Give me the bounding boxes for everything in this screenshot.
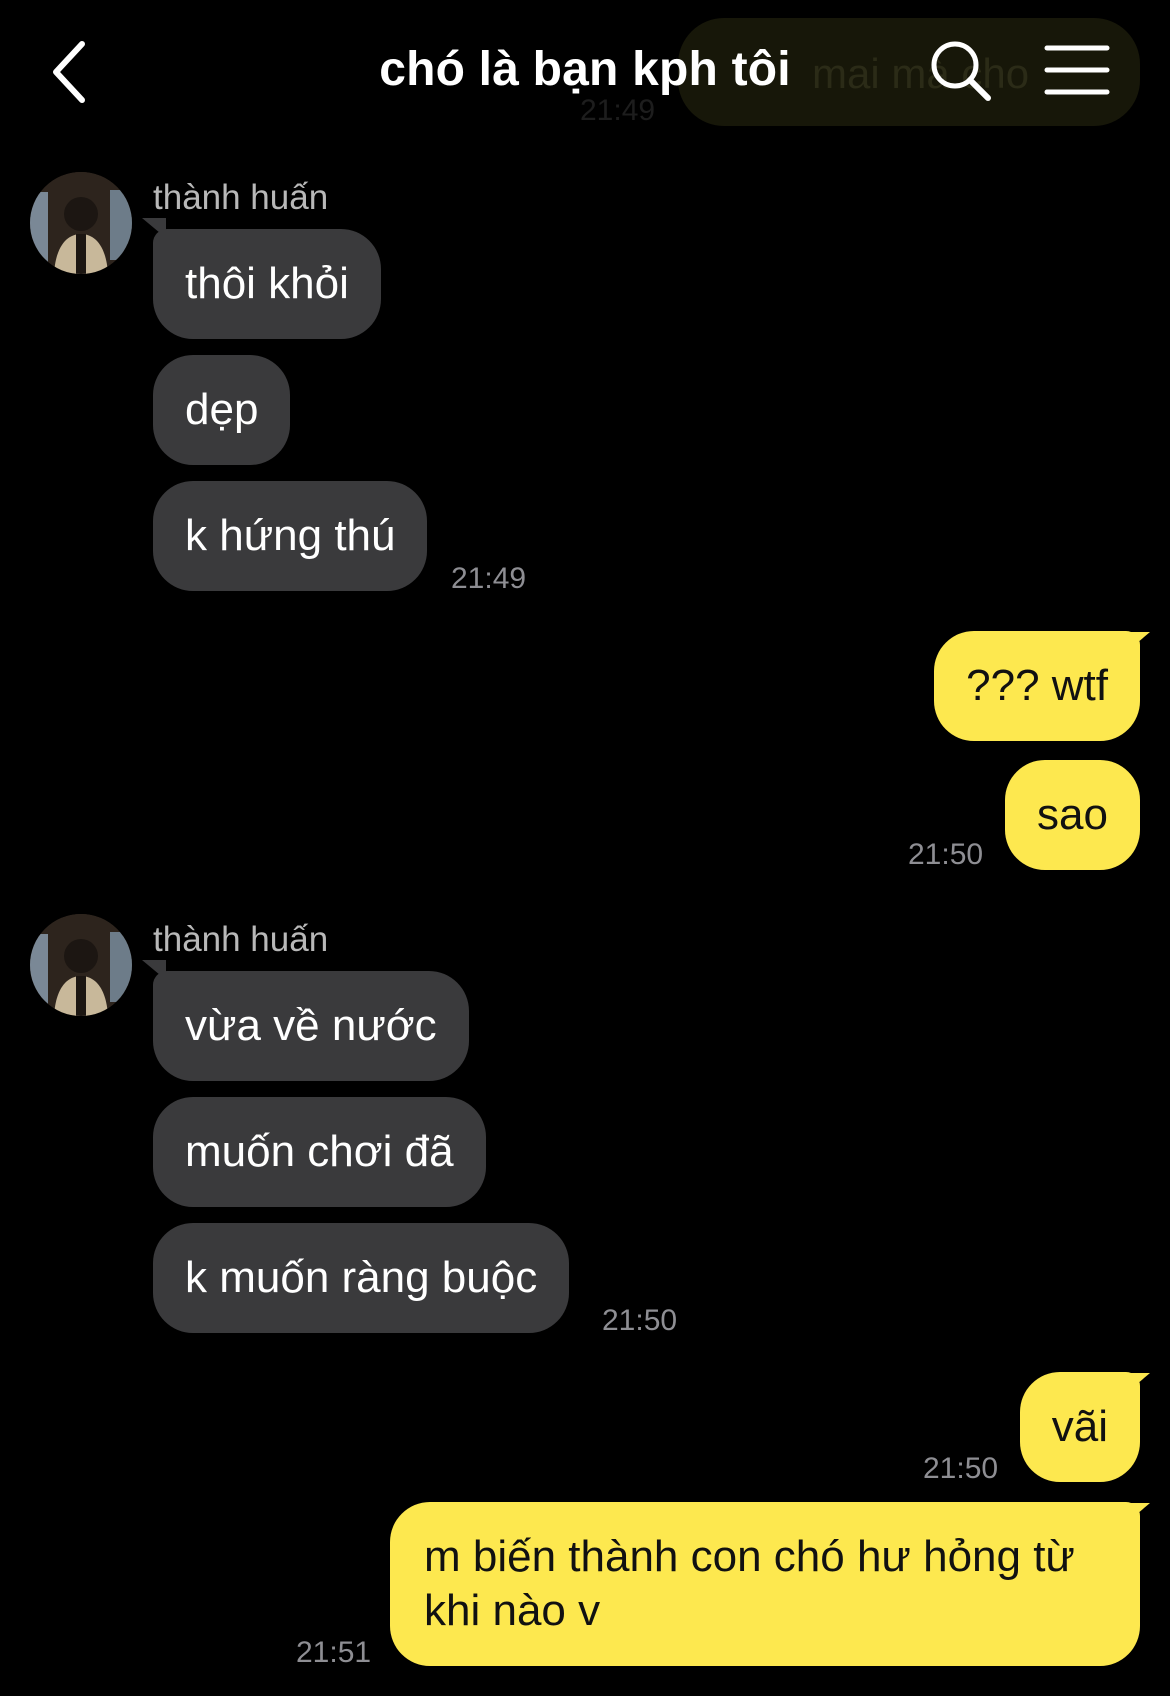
message-bubble[interactable]: vãi <box>1019 1372 1140 1482</box>
sender-name: thành huấn <box>153 178 329 217</box>
chat-title: chó là bạn kph tôi <box>379 43 791 96</box>
faded-message-time: 21:49 <box>580 94 656 127</box>
search-icon <box>931 41 991 101</box>
message-bubble[interactable]: muốn chơi đã <box>153 1097 486 1207</box>
message-bubble[interactable]: k hứng thú <box>153 481 428 591</box>
menu-icon <box>1044 45 1110 95</box>
message-timestamp: 21:50 <box>602 1304 678 1337</box>
message-timestamp: 21:50 <box>908 838 984 871</box>
message-bubble[interactable]: k muốn ràng buộc <box>153 1223 570 1333</box>
avatar-image <box>30 914 132 1016</box>
avatar[interactable] <box>30 914 132 1016</box>
message-bubble[interactable]: vừa về nước <box>153 971 469 1081</box>
menu-button[interactable] <box>1044 44 1110 96</box>
message-timestamp: 21:49 <box>451 562 527 595</box>
avatar-image <box>30 172 132 274</box>
message-timestamp: 21:50 <box>923 1452 999 1485</box>
avatar[interactable] <box>30 172 132 274</box>
message-bubble[interactable]: ??? wtf <box>934 631 1140 741</box>
message-bubble[interactable]: thôi khỏi <box>153 229 381 339</box>
chat-header: mai mà cho 21:49 chó là bạn kph tôi <box>0 0 1170 145</box>
message-timestamp: 21:51 <box>296 1636 372 1669</box>
message-bubble[interactable]: m biến thành con chó hư hỏng từ khi nào … <box>390 1502 1140 1666</box>
message-bubble[interactable]: dẹp <box>153 355 291 465</box>
search-button[interactable] <box>928 38 994 104</box>
message-bubble[interactable]: sao <box>1005 760 1140 870</box>
sender-name: thành huấn <box>153 920 329 959</box>
